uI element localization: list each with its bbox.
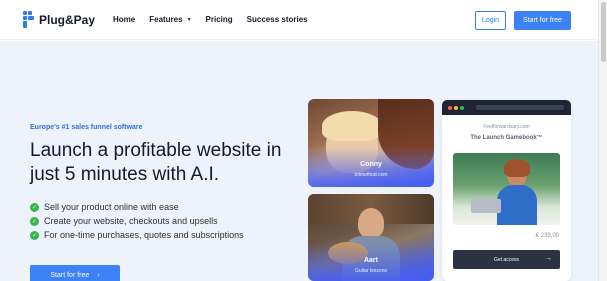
start-for-free-label: Start for free bbox=[50, 271, 90, 279]
check-icon: ✓ bbox=[30, 230, 39, 240]
browser-bar bbox=[442, 100, 571, 115]
product-image bbox=[453, 153, 560, 225]
nav-link-features-label: Features bbox=[149, 15, 183, 24]
start-for-free-hero-button[interactable]: Start for free › bbox=[30, 265, 120, 281]
feature-item: ✓ Sell your product online with ease bbox=[30, 200, 244, 214]
person-body bbox=[497, 185, 537, 225]
nav-link-pricing[interactable]: Pricing bbox=[206, 15, 233, 24]
card-name: Aart bbox=[363, 257, 378, 264]
feature-text: Sell your product online with ease bbox=[44, 202, 179, 212]
get-access-button[interactable]: Get access → bbox=[453, 250, 560, 269]
person-photo bbox=[358, 208, 384, 238]
laptop-image bbox=[471, 199, 501, 213]
testimonial-card-aart[interactable]: Aart Guitar lessons bbox=[308, 194, 434, 281]
feature-text: Create your website, checkouts and upsel… bbox=[44, 216, 218, 226]
nav-links: Home Features ▼ Pricing Success stories bbox=[113, 15, 308, 24]
window-dot-green bbox=[460, 106, 464, 110]
check-icon: ✓ bbox=[30, 202, 39, 212]
feature-item: ✓ Create your website, checkouts and ups… bbox=[30, 214, 244, 228]
get-access-label: Get access bbox=[493, 256, 519, 263]
window-dot-yellow bbox=[454, 106, 458, 110]
window-dot-red bbox=[448, 106, 452, 110]
nav-link-success-stories[interactable]: Success stories bbox=[247, 15, 308, 24]
scrollbar-thumb[interactable] bbox=[601, 2, 606, 62]
testimonial-card-conny[interactable]: Conny tritmethod.com bbox=[308, 99, 434, 187]
logo[interactable]: Plug&Pay bbox=[23, 11, 95, 28]
feature-item: ✓ For one-time purchases, quotes and sub… bbox=[30, 228, 244, 242]
login-button[interactable]: Login bbox=[475, 11, 506, 30]
card-subtitle: Guitar lessons bbox=[355, 268, 387, 274]
mockup-site-name: Feelforwardsary.com bbox=[483, 124, 530, 130]
logo-text: Plug&Pay bbox=[39, 12, 96, 27]
arrow-right-icon: → bbox=[545, 255, 552, 262]
card-subtitle: tritmethod.com bbox=[354, 172, 388, 178]
scrollbar[interactable] bbox=[598, 0, 607, 281]
check-icon: ✓ bbox=[30, 216, 39, 226]
website-preview-mockup: Feelforwardsary.com The Launch Gamebook™… bbox=[442, 100, 571, 281]
start-for-free-nav-button[interactable]: Start for free bbox=[514, 11, 571, 30]
hero-eyebrow: Europe's #1 sales funnel software bbox=[30, 124, 143, 131]
feature-list: ✓ Sell your product online with ease ✓ C… bbox=[30, 200, 244, 242]
caret-down-icon: ▼ bbox=[186, 17, 192, 23]
mockup-price: € 239,00 bbox=[535, 233, 559, 239]
feature-text: For one-time purchases, quotes and subsc… bbox=[44, 230, 244, 240]
logo-icon bbox=[23, 11, 34, 28]
top-navigation: Plug&Pay Home Features ▼ Pricing Success … bbox=[0, 0, 607, 40]
nav-link-features[interactable]: Features ▼ bbox=[149, 15, 191, 24]
person-hair bbox=[504, 159, 530, 177]
address-bar bbox=[476, 105, 564, 110]
hero-headline: Launch a profitable website in just 5 mi… bbox=[30, 140, 282, 185]
nav-link-home[interactable]: Home bbox=[113, 15, 135, 24]
person-hair bbox=[322, 111, 382, 141]
card-name: Conny bbox=[360, 161, 382, 168]
mockup-product-title: The Launch Gamebook™ bbox=[470, 135, 543, 141]
chevron-right-icon: › bbox=[97, 271, 100, 279]
